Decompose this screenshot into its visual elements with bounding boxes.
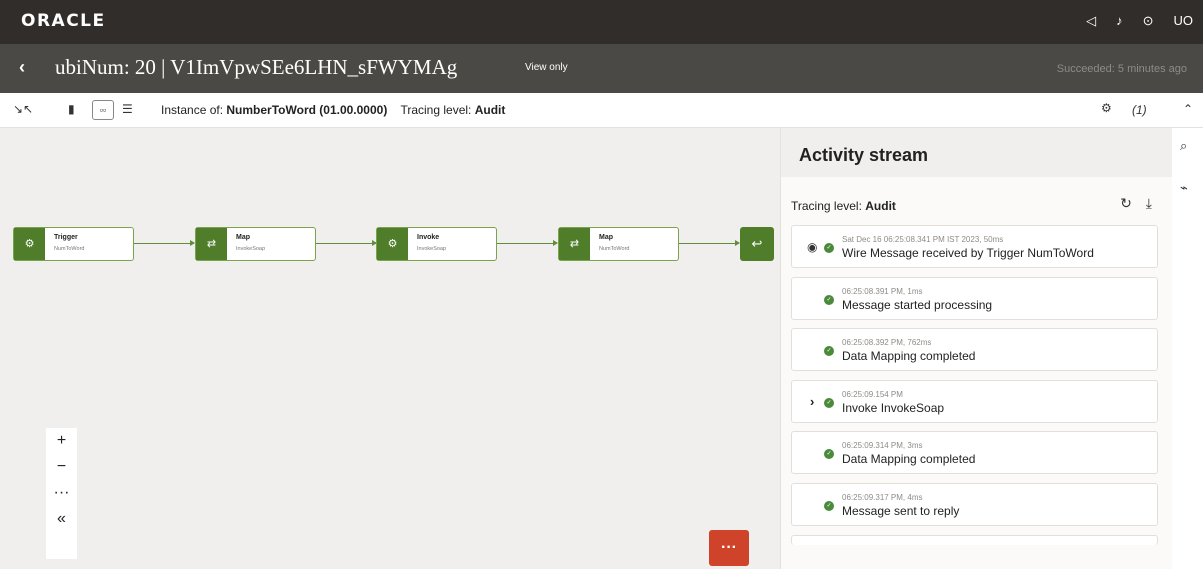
activity-stream-panel: Activity stream Tracing level: Audit ↻ ⤓… — [780, 128, 1173, 569]
status-text: Succeeded: 5 minutes ago — [1056, 63, 1187, 75]
activity-time: 06:25:08.391 PM, 1ms — [842, 287, 923, 296]
more-button[interactable]: ··· — [46, 480, 77, 506]
activity-item[interactable]: › ✓ 06:25:09.154 PM Invoke InvokeSoap — [791, 380, 1158, 423]
flow-edge — [134, 240, 195, 246]
panel-title: Activity stream — [799, 145, 929, 165]
success-icon: ✓ — [824, 501, 834, 511]
user-avatar[interactable]: UO — [1174, 13, 1194, 29]
zoom-controls: + − ··· « — [46, 428, 77, 559]
flow-canvas[interactable]: ⚙ Trigger NumToWord ⇄ Map InvokeSoap ⚙ I… — [0, 128, 780, 569]
page-title: ubiNum: 20 | V1ImVpwSEe6LHN_sFWYMAg — [55, 55, 458, 79]
flow-node-map-2[interactable]: ⇄ Map NumToWord — [558, 227, 679, 261]
activity-message: Message started processing — [842, 298, 993, 312]
instance-value: NumberToWord (01.00.0000) — [226, 103, 388, 117]
node-title: Map — [599, 234, 613, 241]
tracing-value: Audit — [474, 103, 506, 117]
horizontal-layout-icon[interactable]: ▫▫ — [92, 100, 114, 120]
errors-count[interactable]: (1) — [1132, 103, 1147, 117]
bell-icon[interactable]: ♪ — [1116, 13, 1123, 29]
flow-node-map-1[interactable]: ⇄ Map InvokeSoap — [195, 227, 316, 261]
zoom-out-button[interactable]: − — [46, 454, 77, 480]
success-icon: ✓ — [824, 398, 834, 408]
node-title: Map — [236, 234, 250, 241]
activity-message: Wire Message received by Trigger NumToWo… — [842, 246, 1094, 260]
minimize-icon[interactable]: ↘↖ — [13, 102, 33, 116]
activity-time: 06:25:08.392 PM, 762ms — [842, 338, 932, 347]
zoom-in-button[interactable]: + — [46, 428, 77, 454]
eye-icon[interactable]: ◉ — [807, 240, 817, 254]
activity-time: 06:25:09.314 PM, 3ms — [842, 441, 923, 450]
invoke-icon: ⚙ — [377, 228, 408, 260]
activity-item[interactable]: ◉ ✓ Sat Dec 16 06:25:08.341 PM IST 2023,… — [791, 225, 1158, 268]
activity-item[interactable]: ✓ 06:25:08.391 PM, 1ms Message started p… — [791, 277, 1158, 320]
help-icon[interactable]: ⊙ — [1143, 13, 1154, 29]
node-subtitle: NumToWord — [599, 246, 630, 252]
list-layout-icon[interactable]: ☰ — [122, 102, 133, 116]
tracing-label: Tracing level: — [791, 199, 862, 213]
back-icon[interactable]: ‹ — [19, 57, 25, 78]
flow-edge — [679, 240, 740, 246]
flow-edge — [497, 240, 558, 246]
toolbar: ↘↖ ▮ ▫▫ ☰ Instance of: NumberToWord (01.… — [0, 93, 1203, 128]
activity-message: Message sent to reply — [842, 504, 960, 518]
download-icon[interactable]: ⤓ — [1146, 195, 1152, 212]
settings-icon[interactable]: ⚙ — [1101, 101, 1112, 115]
node-title: Invoke — [417, 234, 440, 241]
activity-item[interactable]: ✓ 06:25:08.392 PM, 762ms Data Mapping co… — [791, 328, 1158, 371]
oracle-logo: ORACLE — [21, 11, 106, 31]
activity-icon[interactable]: ⌁ — [1180, 180, 1188, 196]
right-sidebar: ⌕ ⌁ — [1172, 128, 1203, 569]
announcement-icon[interactable]: ◁ — [1086, 13, 1096, 29]
top-bar: ORACLE ◁ ♪ ⊙ UO — [0, 0, 1203, 44]
activity-item-partial — [791, 535, 1158, 545]
activity-message: Invoke InvokeSoap — [842, 401, 945, 415]
panel-header: Activity stream — [781, 128, 1173, 177]
trigger-icon: ⚙ — [14, 228, 45, 260]
refresh-icon[interactable]: ↻ — [1120, 195, 1132, 212]
map-icon: ⇄ — [196, 228, 227, 260]
success-icon: ✓ — [824, 243, 834, 253]
activity-time: 06:25:09.154 PM — [842, 390, 903, 399]
view-only-badge: View only — [525, 62, 568, 73]
collapse-panel-button[interactable]: « — [46, 506, 77, 532]
node-title: Trigger — [54, 234, 78, 241]
map-icon: ⇄ — [559, 228, 590, 260]
expand-chevron-icon[interactable]: › — [810, 394, 814, 409]
success-icon: ✓ — [824, 295, 834, 305]
instance-info: Instance of: NumberToWord (01.00.0000) T… — [161, 103, 505, 117]
success-icon: ✓ — [824, 346, 834, 356]
flow-node-trigger[interactable]: ⚙ Trigger NumToWord — [13, 227, 134, 261]
tracing-level: Tracing level: Audit — [791, 199, 896, 213]
tracing-label: Tracing level: — [400, 103, 472, 117]
title-bar: ‹ ubiNum: 20 | V1ImVpwSEe6LHN_sFWYMAg Vi… — [0, 44, 1203, 93]
activity-message: Data Mapping completed — [842, 349, 976, 363]
search-icon[interactable]: ⌕ — [1180, 138, 1187, 154]
vertical-layout-icon[interactable]: ▮ — [68, 102, 75, 116]
top-icons: ◁ ♪ ⊙ UO — [1086, 13, 1193, 29]
activity-time: Sat Dec 16 06:25:08.341 PM IST 2023, 50m… — [842, 235, 1004, 244]
activity-time: 06:25:09.317 PM, 4ms — [842, 493, 923, 502]
return-icon[interactable]: ↩ — [740, 227, 774, 261]
activity-message: Data Mapping completed — [842, 452, 976, 466]
chat-icon[interactable]: ··· — [709, 530, 749, 566]
flow-edge — [316, 240, 377, 246]
node-subtitle: NumToWord — [54, 246, 85, 252]
activity-item[interactable]: ✓ 06:25:09.317 PM, 4ms Message sent to r… — [791, 483, 1158, 526]
instance-label: Instance of: — [161, 103, 224, 117]
flow-node-invoke[interactable]: ⚙ Invoke InvokeSoap — [376, 227, 497, 261]
panel-actions: ↻ ⤓ — [1120, 195, 1152, 212]
tracing-value: Audit — [865, 199, 896, 213]
collapse-up-icon[interactable]: ⌃ — [1183, 102, 1193, 116]
success-icon: ✓ — [824, 449, 834, 459]
node-subtitle: InvokeSoap — [417, 246, 447, 252]
activity-item[interactable]: ✓ 06:25:09.314 PM, 3ms Data Mapping comp… — [791, 431, 1158, 474]
node-subtitle: InvokeSoap — [236, 246, 266, 252]
